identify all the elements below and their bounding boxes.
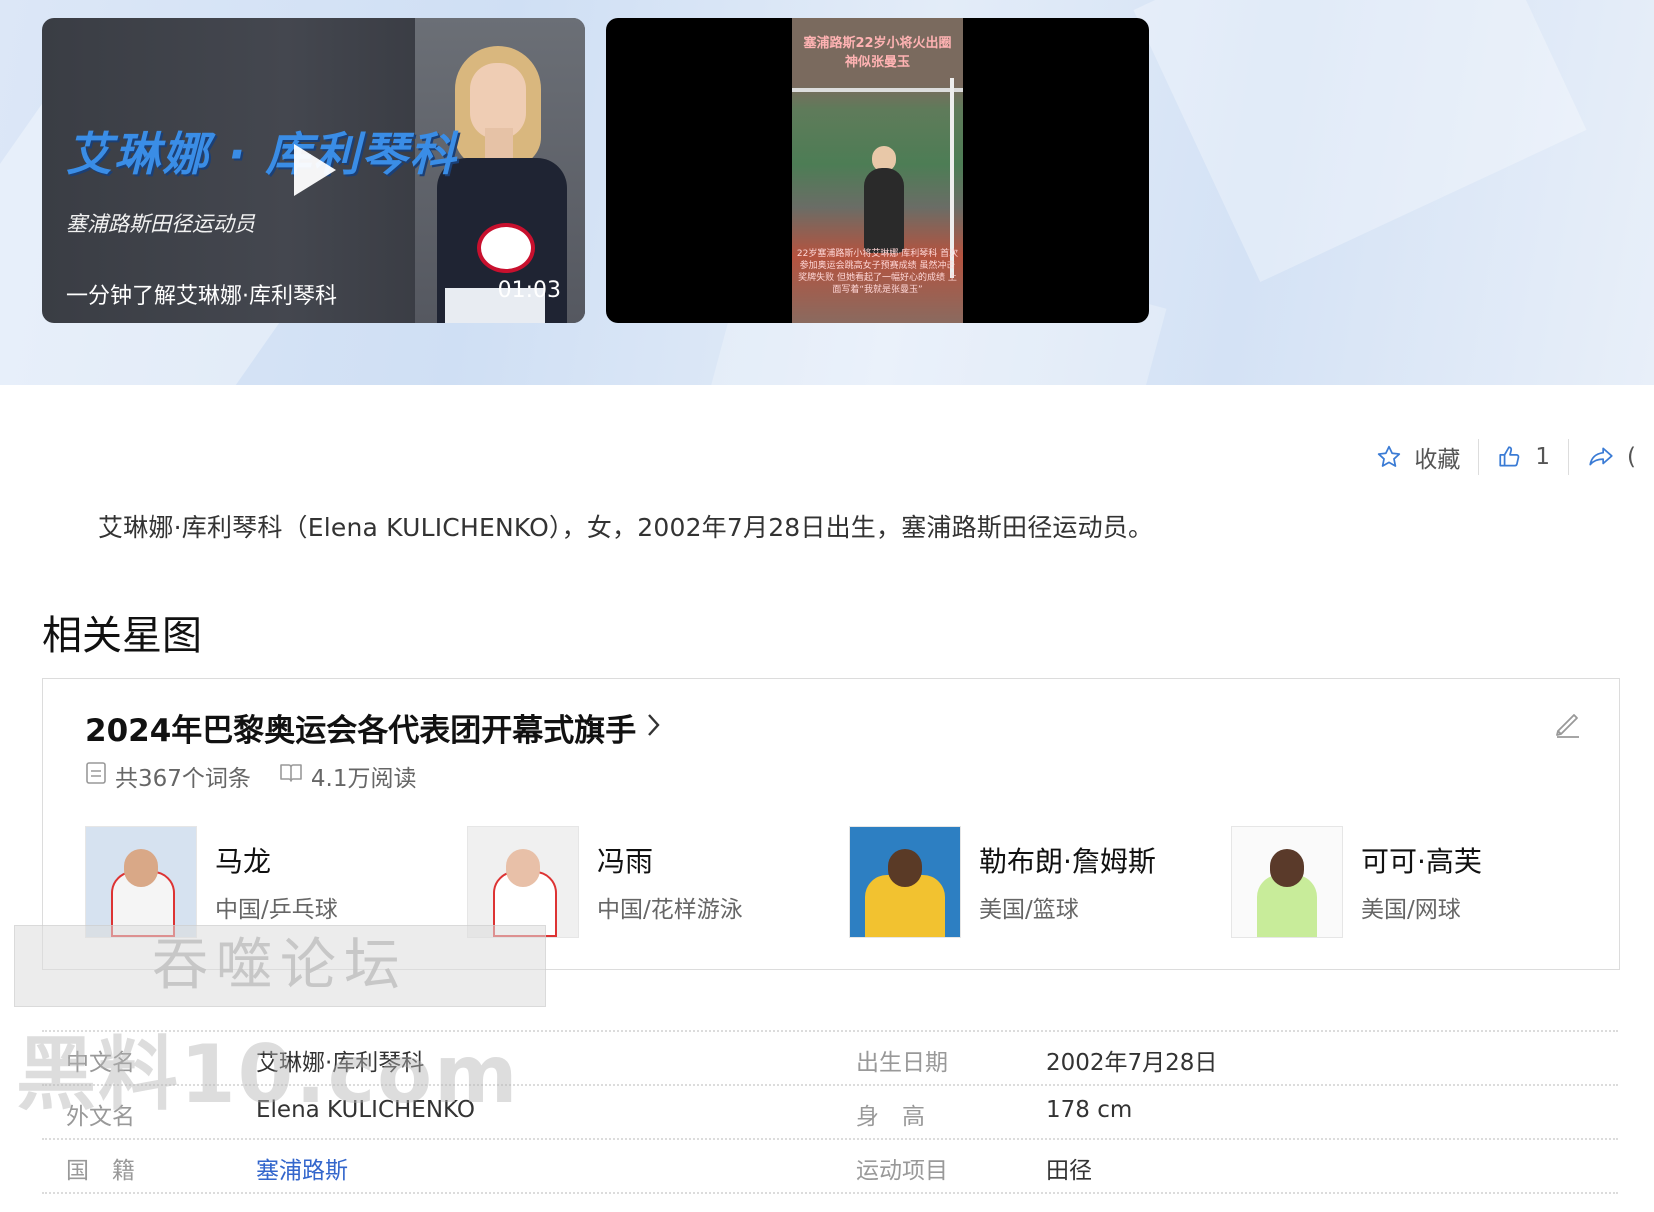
favorite-label: 收藏 [1414,447,1461,473]
share-icon [1587,444,1615,470]
graph-meta: 共367个词条 4.1万阅读 [85,759,430,793]
video-banner: 艾琳娜 · 库利琴科 塞浦路斯田径运动员 一分钟了解艾琳娜·库利琴科 01:03… [0,0,1654,385]
avatar [85,826,197,938]
video-overlay-caption: 22岁塞浦路斯小将艾琳娜·库利琴科 首次参加奥运会跳高女子预赛成绩 虽然冲击奖牌… [796,249,959,295]
person-desc: 美国/网球 [1361,897,1461,923]
info-value: 178 cm [1046,1097,1133,1123]
star-icon [1376,444,1402,470]
video-duration: 01:03 [497,278,561,303]
chevron-right-icon [646,710,662,746]
person-card[interactable]: 可可·高芙 美国/网球 [1231,826,1613,938]
info-row: 国 籍 塞浦路斯 运动项目 田径 [42,1138,1618,1194]
summary-text: 艾琳娜·库利琴科（Elena KULICHENKO），女，2002年7月28日出… [98,513,1154,542]
graph-title: 2024年巴黎奥运会各代表团开幕式旗手 [85,713,637,749]
nationality-link[interactable]: 塞浦路斯 [256,1151,348,1185]
person-desc: 中国/花样游泳 [597,897,743,923]
like-button[interactable]: 1 [1479,444,1568,470]
book-icon [279,762,303,790]
person-card[interactable]: 勒布朗·詹姆斯 美国/篮球 [849,826,1231,938]
entry-count: 共367个词条 [115,766,251,792]
person-desc: 美国/篮球 [979,897,1079,923]
person-name: 可可·高芙 [1361,845,1482,878]
info-label: 身 高 [856,1104,925,1130]
avatar [1231,826,1343,938]
info-value: 田径 [1046,1158,1092,1184]
video-thumbnail: 塞浦路斯22岁小将火出圈 神似张曼玉 22岁塞浦路斯小将艾琳娜·库利琴科 首次参… [792,18,963,323]
video-card-intro[interactable]: 艾琳娜 · 库利琴科 塞浦路斯田径运动员 一分钟了解艾琳娜·库利琴科 01:03 [42,18,585,323]
like-count: 1 [1535,444,1551,470]
video-card-clip[interactable]: 塞浦路斯22岁小将火出圈 神似张曼玉 22岁塞浦路斯小将艾琳娜·库利琴科 首次参… [606,18,1149,323]
read-count: 4.1万阅读 [310,766,417,792]
video-title: 艾琳娜 · 库利琴科 [66,127,458,181]
share-button[interactable]: ( [1569,444,1654,470]
info-label: 出生日期 [856,1050,948,1076]
banner-decor [1133,0,1587,283]
favorite-button[interactable]: 收藏 [1358,440,1478,474]
person-name: 马龙 [215,845,272,878]
avatar [849,826,961,938]
document-icon [85,761,107,791]
watermark: 黑料10.com [16,1028,520,1121]
person-name: 冯雨 [597,845,654,878]
video-overlay-text: 塞浦路斯22岁小将火出圈 神似张曼玉 [803,36,952,70]
watermark: 吞噬论坛 [14,925,546,1007]
info-value: 2002年7月28日 [1046,1050,1218,1076]
edit-icon[interactable] [1553,709,1583,743]
action-bar: 收藏 1 ( [1358,437,1654,477]
people-list: 马龙 中国/乒乓球 冯雨 中国/花样游泳 勒布朗·詹姆斯 美国/篮球 可可·高芙… [85,826,1613,938]
info-label: 国 籍 [66,1158,135,1184]
info-label: 运动项目 [856,1158,948,1184]
video-subtitle: 塞浦路斯田径运动员 [66,212,255,236]
person-card[interactable]: 马龙 中国/乒乓球 [85,826,467,938]
person-desc: 中国/乒乓球 [215,897,338,923]
section-title: 相关星图 [42,613,202,659]
thumbs-up-icon [1497,444,1523,470]
person-name: 勒布朗·詹姆斯 [979,845,1156,878]
avatar [467,826,579,938]
person-card[interactable]: 冯雨 中国/花样游泳 [467,826,849,938]
share-label: ( [1627,444,1636,470]
video-caption: 一分钟了解艾琳娜·库利琴科 [66,284,337,309]
play-icon[interactable] [294,144,336,196]
graph-title-link[interactable]: 2024年巴黎奥运会各代表团开幕式旗手 [85,705,662,750]
